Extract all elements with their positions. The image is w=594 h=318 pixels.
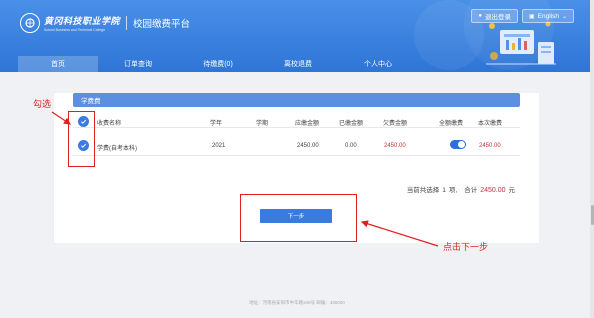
user-icon: ● [478, 13, 482, 19]
nav-refund[interactable]: 离校退费 [258, 56, 338, 72]
nav-pending-payment[interactable]: 待缴费(0) [178, 56, 258, 72]
col-fee-name: 收费名称 [97, 121, 122, 127]
table-row: 学费(自考本科) 2021 2450.00 0.00 2450.00 2450.… [73, 136, 520, 156]
table-header: 收费名称 学年 学期 应缴金额 已缴金额 欠费金额 全额缴费 本次缴费 [73, 116, 520, 128]
col-year: 学年 [210, 121, 223, 127]
fee-paid: 0.00 [345, 143, 357, 149]
annotation-next: 点击下一步 [443, 242, 489, 252]
full-pay-toggle[interactable] [450, 140, 466, 149]
fee-year: 2021 [212, 143, 226, 149]
col-owed: 欠费金额 [383, 121, 408, 127]
fee-owed: 2450.00 [384, 143, 406, 149]
page-scrollbar[interactable] [590, 0, 594, 318]
college-emblem-icon [20, 13, 40, 33]
nav-personal-center[interactable]: 个人中心 [338, 56, 418, 72]
col-term: 学期 [256, 121, 269, 127]
col-paid: 已缴金额 [339, 121, 364, 127]
total-amount: 2450.00 [480, 187, 506, 194]
logout-button[interactable]: ● 退出登录 [471, 9, 518, 23]
page-header: 黄冈科技职业学院 School Business and Technical C… [0, 0, 594, 72]
platform-title: 校园缴费平台 [133, 19, 191, 30]
chevron-down-icon: ⌄ [561, 13, 567, 20]
selection-summary: 当前共选择 1 项, 合计 2450.00 元 [406, 187, 515, 194]
annotation-check: 勾选 [33, 99, 52, 109]
main-nav: 首页 订单查询 待缴费(0) 离校退费 个人中心 [0, 56, 594, 72]
fee-name: 学费(自考本科) [97, 146, 137, 152]
col-due: 应缴金额 [295, 121, 320, 127]
language-select[interactable]: ▣ English ⌄ [521, 9, 574, 23]
card-title: 学费费 [73, 93, 520, 107]
next-button-highlight-box [240, 194, 357, 242]
college-name-en: School Business and Technical College [44, 28, 106, 32]
globe-icon: ▣ [528, 13, 535, 20]
fee-due: 2450.00 [297, 143, 319, 149]
logo-divider [126, 16, 128, 30]
college-logo: 黄冈科技职业学院 School Business and Technical C… [20, 13, 190, 33]
college-name: 黄冈科技职业学院 [44, 17, 121, 27]
checkbox-highlight-box [68, 111, 95, 167]
col-full-pay: 全额缴费 [439, 121, 464, 127]
fee-this-pay: 2450.00 [479, 143, 501, 149]
page-footer: 地址：河南省安阳市中华路348号 邮编：455000 [249, 300, 345, 305]
col-this-pay: 本次缴费 [478, 121, 503, 127]
nav-home[interactable]: 首页 [18, 56, 98, 72]
scrollbar-thumb[interactable] [590, 205, 594, 225]
nav-order-query[interactable]: 订单查询 [98, 56, 178, 72]
